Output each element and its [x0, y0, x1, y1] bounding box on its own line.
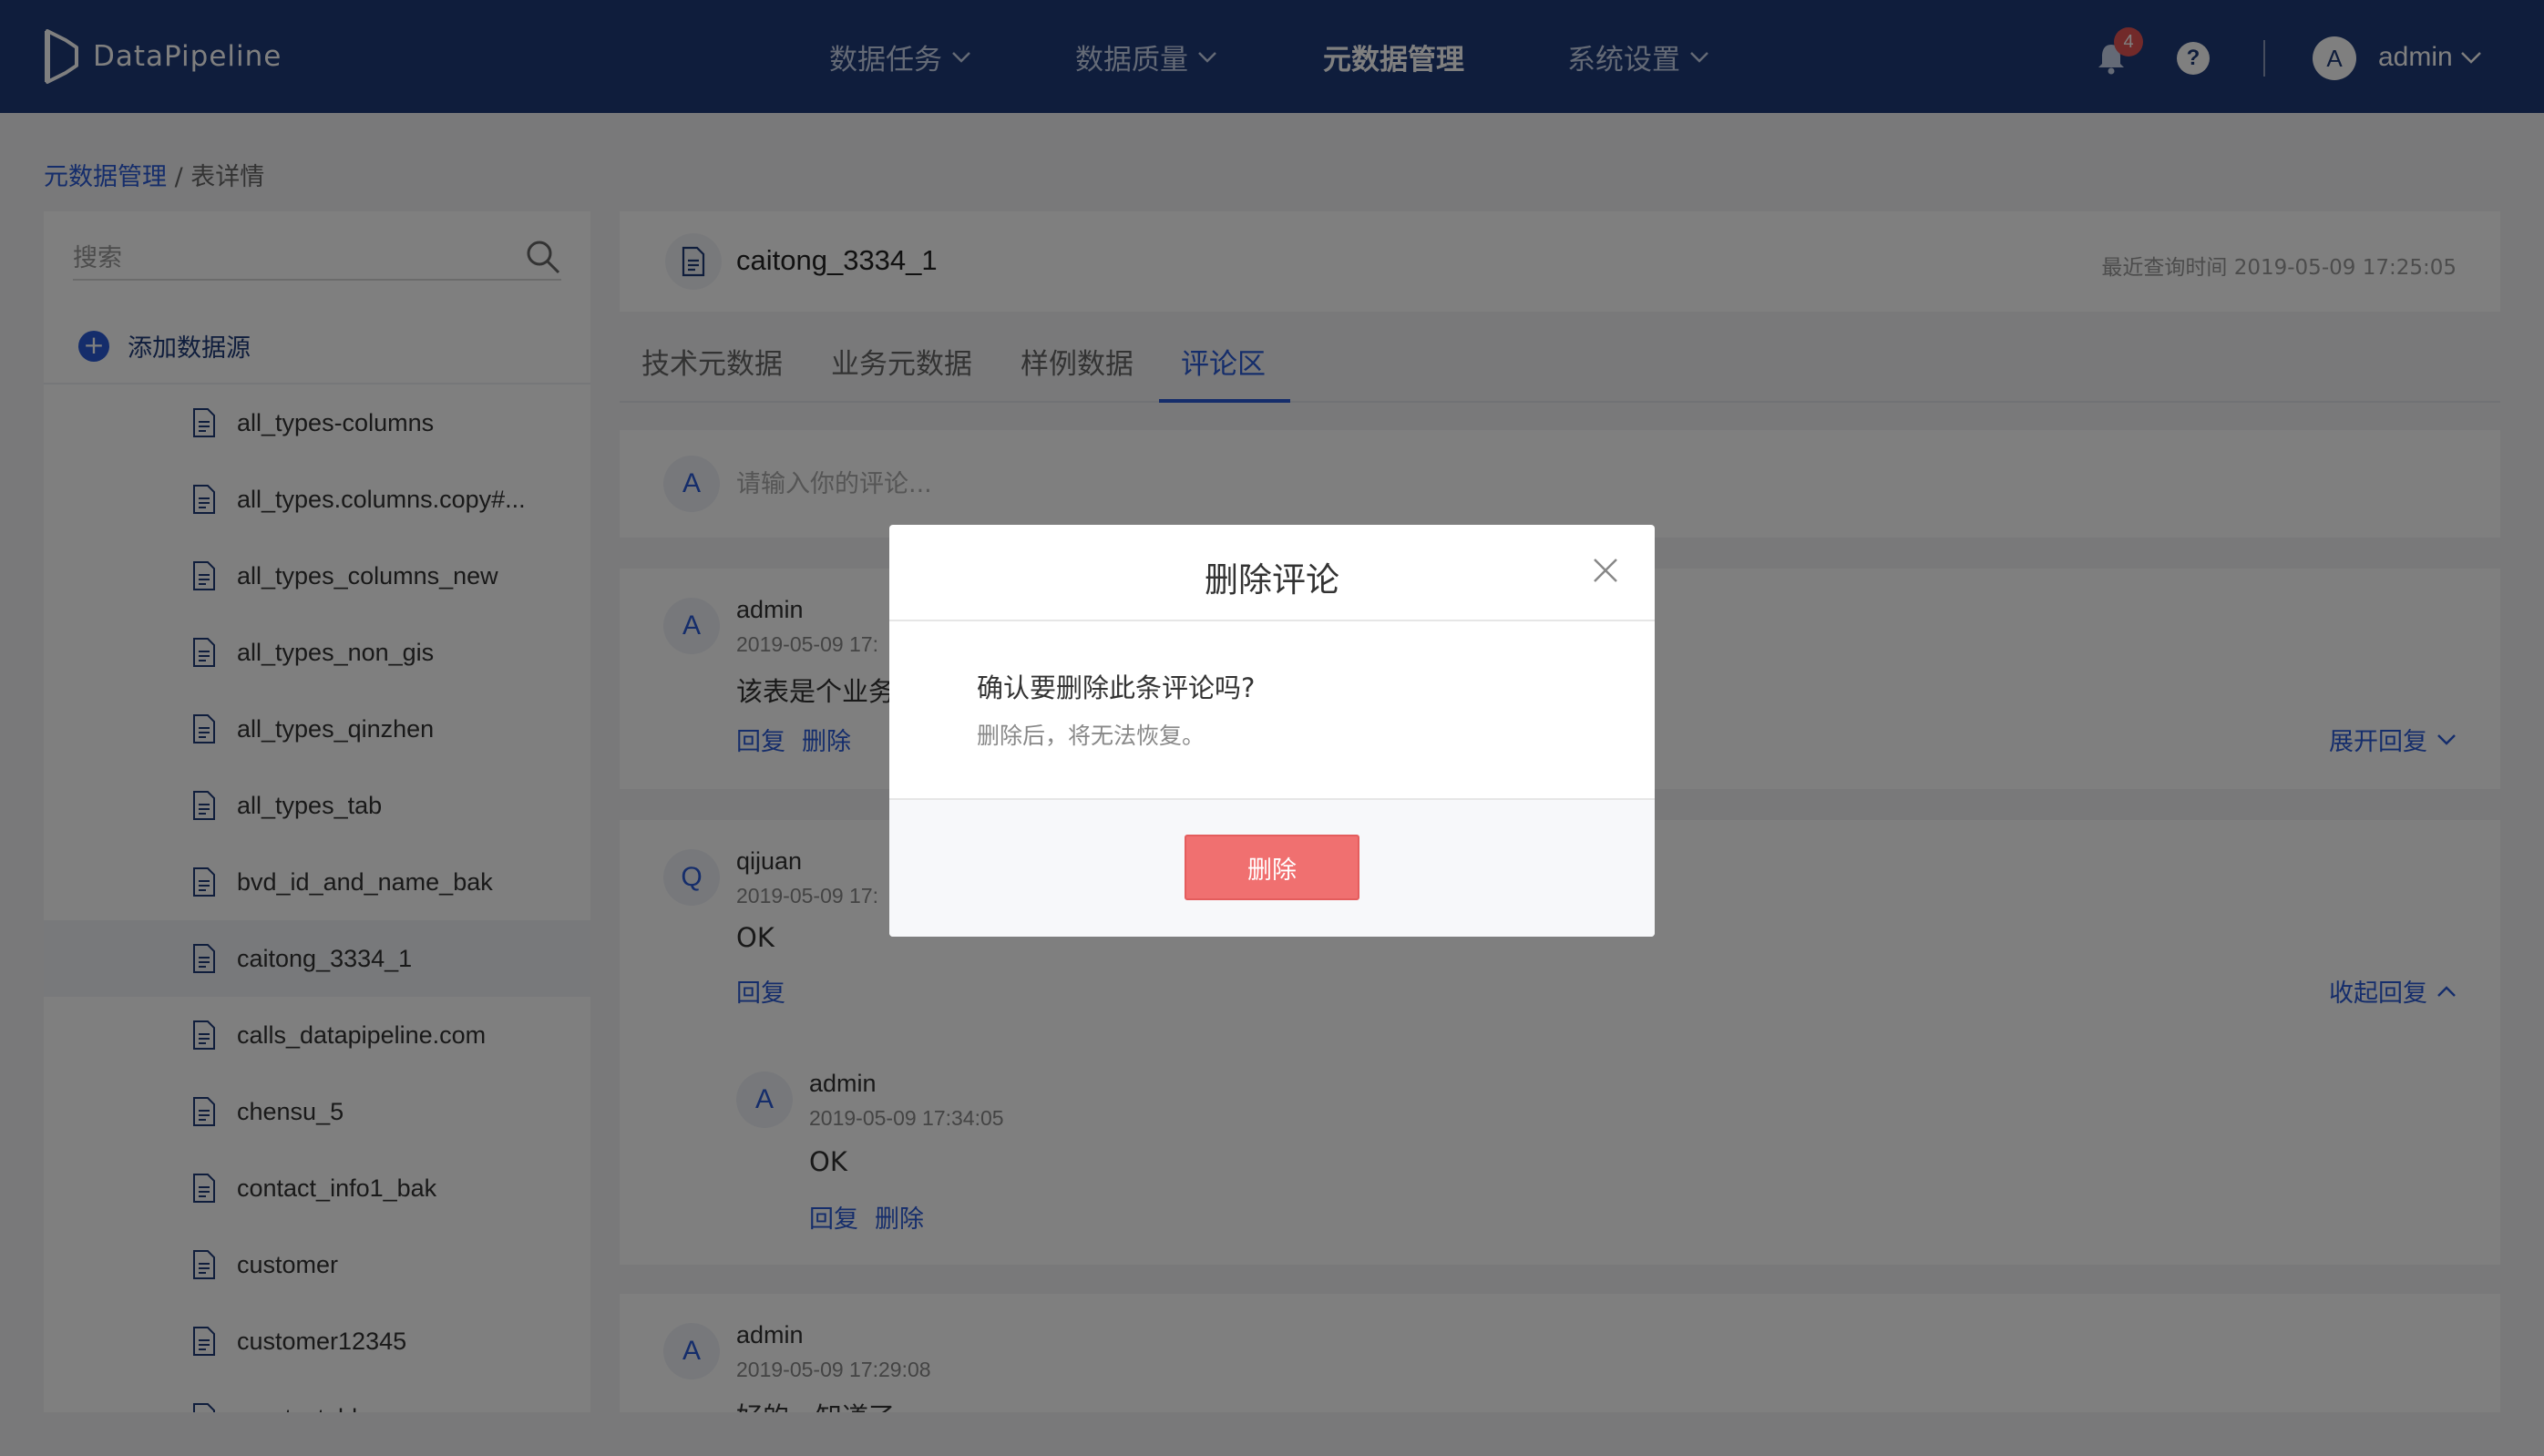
dialog-divider [889, 620, 1655, 621]
dialog-message: 确认要删除此条评论吗? [977, 672, 1256, 703]
confirm-delete-button[interactable]: 删除 [1185, 835, 1359, 900]
dialog-submessage: 删除后，将无法恢复。 [977, 723, 1205, 749]
dialog-footer: 删除 [889, 798, 1655, 937]
close-icon[interactable] [1591, 556, 1620, 585]
delete-comment-dialog: 删除评论 确认要删除此条评论吗? 删除后，将无法恢复。 删除 [889, 525, 1655, 937]
dialog-title: 删除评论 [1205, 560, 1339, 600]
